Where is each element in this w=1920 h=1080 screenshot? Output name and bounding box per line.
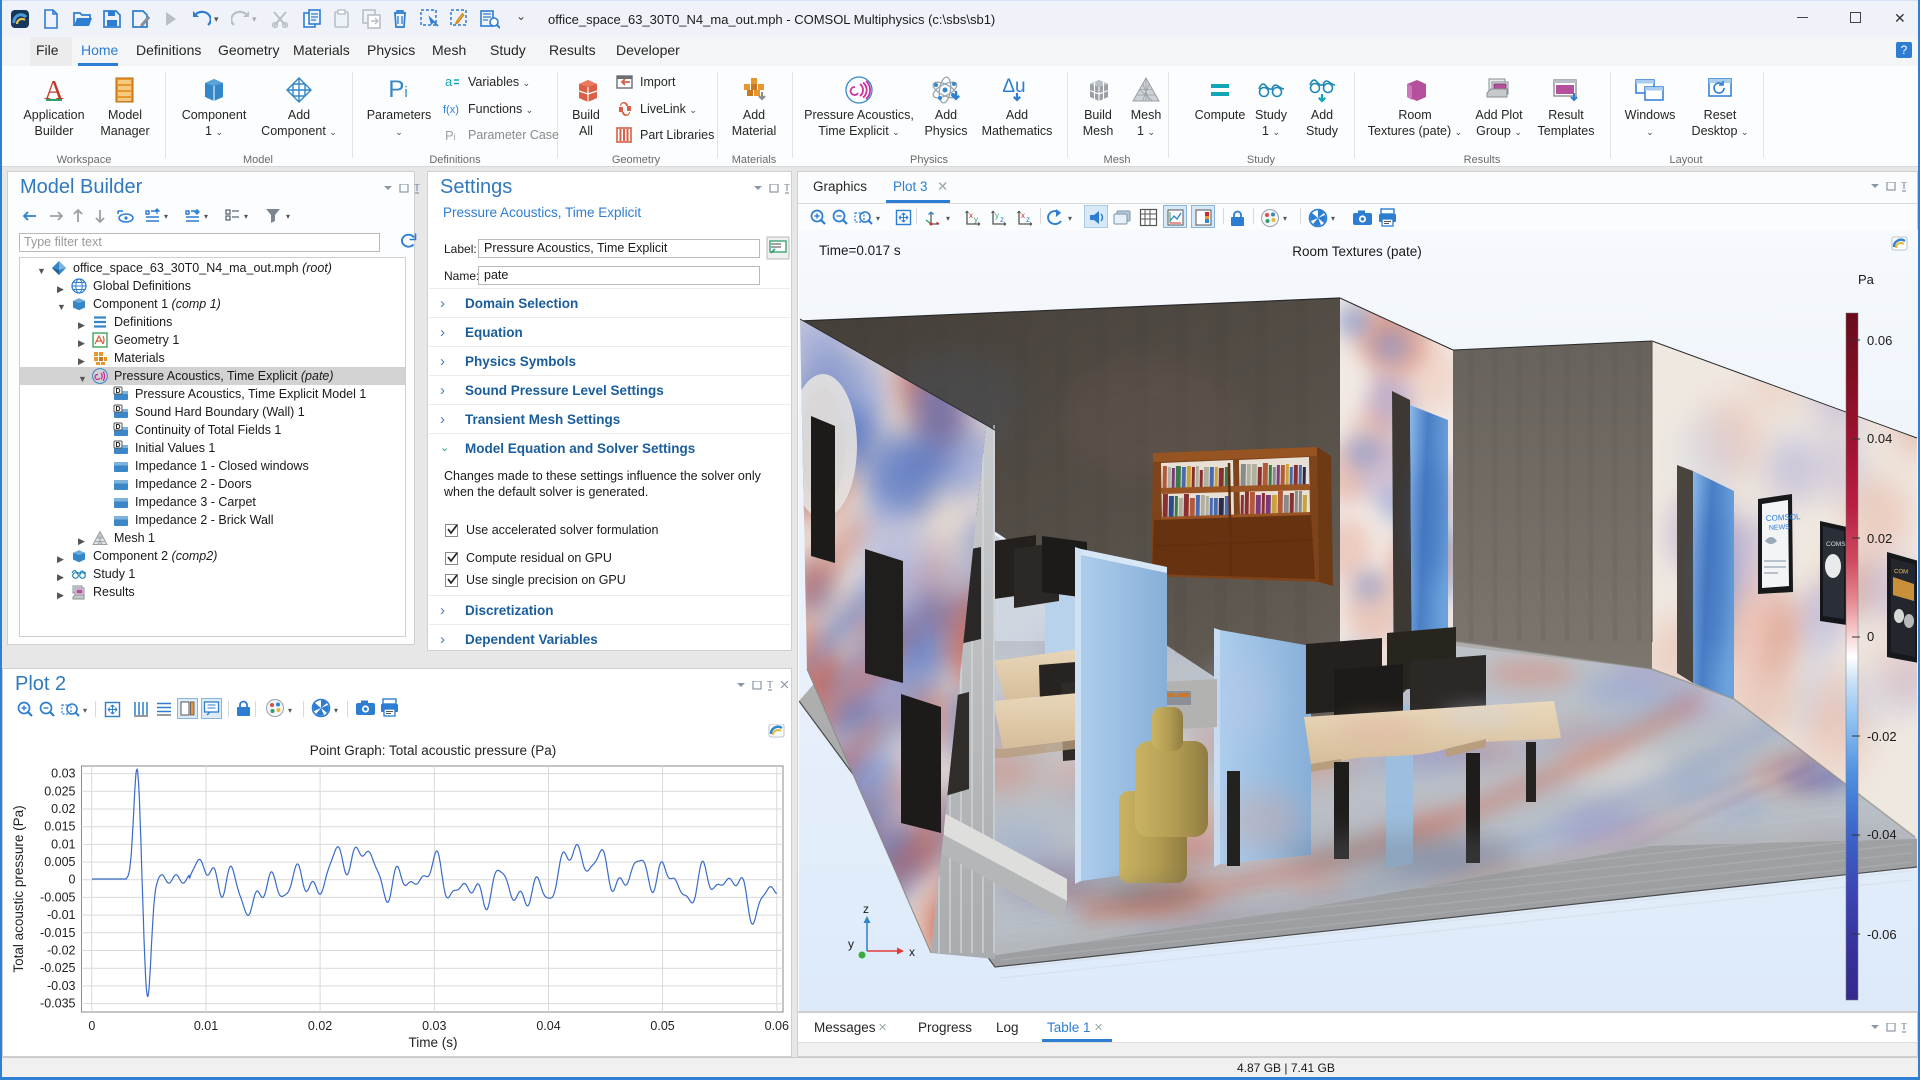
svg-text:0.04: 0.04 (536, 1019, 560, 1033)
svg-text:z: z (1000, 215, 1004, 224)
svg-text:D: D (116, 406, 121, 413)
svg-text:0.025: 0.025 (44, 784, 75, 798)
svg-text:x: x (909, 945, 915, 959)
svg-text:-0.02: -0.02 (1867, 729, 1897, 744)
svg-text:D: D (116, 442, 121, 449)
svg-text:0.05: 0.05 (650, 1019, 674, 1033)
svg-text:y: y (995, 211, 999, 220)
svg-text:Pi: Pi (388, 76, 407, 103)
svg-text:Pi: Pi (445, 128, 456, 143)
svg-text:0.06: 0.06 (1867, 333, 1892, 348)
svg-text:0.03: 0.03 (51, 767, 75, 781)
svg-text:D: D (116, 388, 121, 395)
svg-text:y: y (848, 937, 854, 951)
svg-text:-0.005: -0.005 (40, 890, 75, 904)
svg-text:0.02: 0.02 (308, 1019, 332, 1033)
svg-text:-0.01: -0.01 (47, 908, 76, 922)
svg-text:0.01: 0.01 (194, 1019, 218, 1033)
svg-text:a: a (445, 74, 453, 89)
svg-text:-0.04: -0.04 (1867, 827, 1897, 842)
svg-text:0: 0 (69, 873, 76, 887)
svg-text:-0.06: -0.06 (1867, 927, 1897, 942)
svg-text:f(x): f(x) (443, 104, 459, 116)
svg-text:Point Graph: Total acoustic pr: Point Graph: Total acoustic pressure (Pa… (310, 743, 557, 758)
svg-text:D: D (116, 424, 121, 431)
svg-text:z: z (1026, 215, 1030, 224)
svg-text:0.005: 0.005 (44, 855, 75, 869)
svg-text:Pa: Pa (1858, 272, 1875, 287)
svg-text:0.02: 0.02 (51, 802, 75, 816)
svg-text:Total acoustic pressure (Pa): Total acoustic pressure (Pa) (11, 805, 26, 972)
svg-text:0.04: 0.04 (1867, 431, 1892, 446)
svg-text:0.03: 0.03 (422, 1019, 446, 1033)
svg-text:COMSOL: COMSOL (1766, 512, 1802, 523)
svg-text:0.02: 0.02 (1867, 531, 1892, 546)
svg-text:0.015: 0.015 (44, 820, 75, 834)
svg-text:x: x (969, 211, 973, 220)
svg-text:0.06: 0.06 (765, 1019, 789, 1033)
svg-text:-0.03: -0.03 (47, 979, 76, 993)
svg-text:y: y (974, 215, 978, 224)
svg-text:-0.025: -0.025 (40, 961, 75, 975)
svg-text:0: 0 (1867, 629, 1874, 644)
svg-text:0: 0 (88, 1019, 95, 1033)
svg-text:-0.02: -0.02 (47, 944, 76, 958)
svg-text:-0.015: -0.015 (40, 926, 75, 940)
svg-text:COM: COM (1894, 569, 1908, 575)
svg-text:Room Textures (pate): Room Textures (pate) (1292, 244, 1422, 259)
svg-text:Time=0.017 s: Time=0.017 s (819, 243, 901, 258)
svg-text:-0.035: -0.035 (40, 997, 75, 1011)
svg-text:x: x (1021, 211, 1025, 220)
svg-text:Time (s): Time (s) (409, 1035, 458, 1050)
svg-text:NEWS: NEWS (1769, 524, 1791, 532)
svg-text:z: z (863, 902, 869, 916)
svg-text:0.01: 0.01 (51, 837, 75, 851)
svg-text:Δu: Δu (1002, 76, 1025, 97)
